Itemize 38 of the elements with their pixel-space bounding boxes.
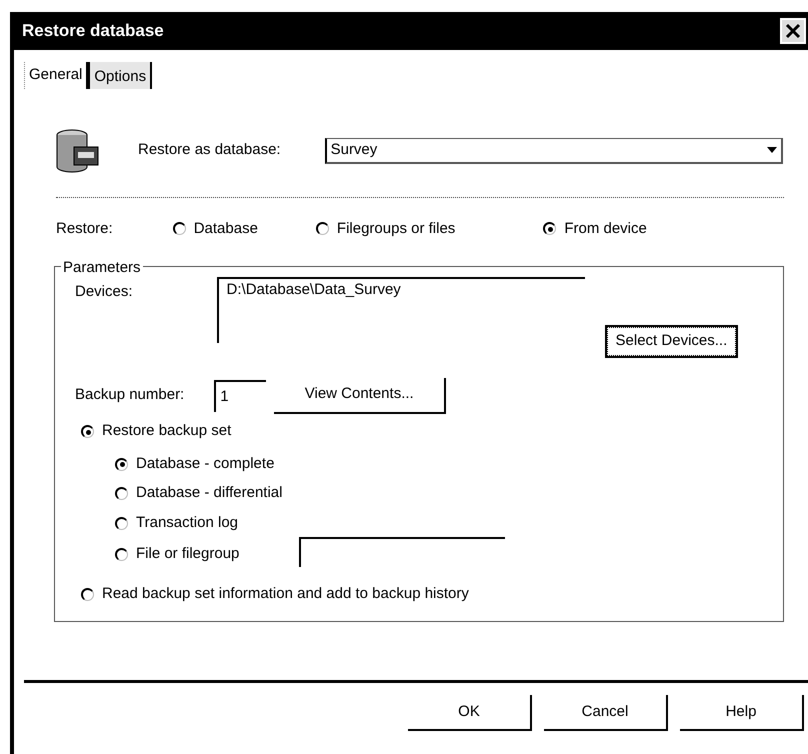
radio-label[interactable]: Filegroups or files xyxy=(336,218,456,240)
dialog-button[interactable]: OK xyxy=(408,695,532,731)
field-label: Restore: xyxy=(56,218,113,238)
radio-button[interactable] xyxy=(543,222,556,236)
window-title: Restore database xyxy=(22,20,164,42)
database-dropdown[interactable]: Survey xyxy=(324,138,783,164)
radio-label[interactable]: File or filegroup xyxy=(136,543,240,566)
close-button[interactable] xyxy=(780,18,806,44)
dialog-button[interactable]: Cancel xyxy=(544,695,668,731)
radio-button[interactable] xyxy=(115,458,128,470)
database-icon xyxy=(54,126,100,174)
radio-button[interactable] xyxy=(115,516,128,530)
field-label: Backup number: xyxy=(75,385,184,406)
radio-button[interactable] xyxy=(81,425,94,438)
field-label: Restore as database: xyxy=(138,140,281,160)
list-item[interactable]: D:\Database\Data_Survey xyxy=(226,279,577,302)
radio-button[interactable] xyxy=(316,222,329,236)
select-devices-button[interactable]: Select Devices... xyxy=(606,327,736,356)
field-label: Devices: xyxy=(75,282,133,302)
radio-label[interactable]: Transaction log xyxy=(136,512,238,534)
view-contents-button[interactable]: View Contents... xyxy=(274,378,446,414)
radio-button[interactable] xyxy=(115,548,128,561)
radio-button[interactable] xyxy=(115,487,128,500)
radio-label[interactable]: Database xyxy=(194,218,258,240)
radio-label[interactable]: Read backup set information and add to backup history xyxy=(102,583,469,606)
dialog-button[interactable]: Help xyxy=(680,695,804,731)
radio-button[interactable] xyxy=(81,588,94,601)
dropdown-arrow-icon xyxy=(766,147,777,153)
tab[interactable]: Options xyxy=(88,62,152,88)
devices-list[interactable]: D:\Database\Data_Survey xyxy=(216,277,585,343)
backup-number-field[interactable]: 1 xyxy=(214,380,266,412)
radio-label[interactable]: Database - differential xyxy=(136,482,282,505)
radio-button[interactable] xyxy=(172,222,186,236)
radio-label[interactable]: Restore backup set xyxy=(102,420,232,443)
close-icon xyxy=(785,23,801,39)
tab[interactable]: General xyxy=(24,62,88,88)
radio-label[interactable]: Database - complete xyxy=(136,452,274,476)
radio-label[interactable]: From device xyxy=(564,218,647,240)
